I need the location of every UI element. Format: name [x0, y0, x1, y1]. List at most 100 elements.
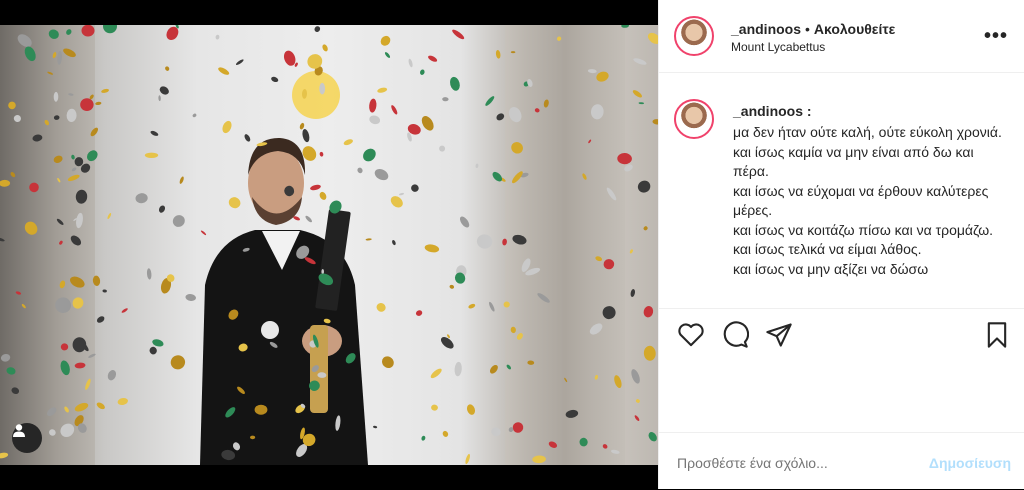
confetti-piece — [13, 114, 21, 123]
confetti-piece — [594, 374, 598, 380]
confetti-piece — [516, 333, 523, 340]
confetti-piece — [0, 452, 9, 459]
confetti-piece — [310, 184, 321, 191]
confetti-piece — [47, 71, 54, 75]
confetti-piece — [87, 150, 98, 162]
confetti-piece — [629, 249, 633, 254]
confetti-piece — [49, 429, 56, 436]
confetti-piece — [319, 151, 324, 157]
share-icon[interactable] — [765, 321, 793, 354]
confetti-piece — [439, 145, 446, 152]
confetti-piece — [595, 256, 603, 262]
confetti-piece — [0, 237, 5, 242]
confetti-piece — [11, 387, 20, 395]
avatar[interactable] — [674, 16, 714, 56]
confetti-piece — [107, 213, 112, 219]
confetti-piece — [511, 142, 523, 154]
confetti-piece — [392, 240, 396, 246]
confetti-piece — [508, 107, 522, 123]
confetti-piece — [647, 32, 658, 44]
heart-icon[interactable] — [677, 321, 705, 352]
confetti-piece — [617, 152, 632, 165]
confetti-piece — [81, 25, 95, 37]
confetti-piece — [0, 353, 11, 362]
confetti-piece — [6, 367, 16, 375]
confetti-piece — [643, 306, 654, 318]
confetti-piece — [149, 346, 157, 355]
confetti-piece — [512, 422, 524, 433]
confetti-piece — [476, 234, 493, 249]
confetti-piece — [92, 275, 101, 286]
confetti-piece — [624, 164, 633, 172]
confetti-piece — [85, 378, 91, 390]
confetti-piece — [449, 284, 455, 289]
confetti-piece — [67, 174, 80, 182]
confetti-piece — [319, 82, 326, 95]
follow-status-button[interactable]: Ακολουθείτε — [814, 21, 895, 37]
confetti-piece — [564, 377, 568, 383]
more-options-icon[interactable]: ••• — [984, 26, 1008, 46]
confetti-piece — [635, 399, 640, 403]
confetti-piece — [376, 303, 386, 312]
confetti-piece — [299, 122, 305, 130]
confetti-piece — [71, 167, 77, 172]
confetti-piece — [244, 134, 251, 142]
post-header: _andinoos • Ακολουθείτε Mount Lycabettus •… — [659, 0, 1024, 73]
confetti-piece — [606, 187, 617, 201]
confetti-piece — [222, 120, 232, 134]
confetti-piece — [447, 334, 450, 339]
confetti-piece — [634, 415, 640, 421]
confetti-piece — [10, 172, 16, 178]
confetti-piece — [377, 87, 388, 93]
confetti-piece — [421, 116, 434, 131]
confetti-piece — [510, 51, 516, 54]
location-link[interactable]: Mount Lycabettus — [731, 40, 825, 54]
confetti-piece — [15, 291, 22, 295]
confetti-piece — [610, 449, 620, 454]
confetti-piece — [548, 441, 558, 448]
confetti-piece — [200, 230, 207, 236]
confetti-piece — [52, 52, 57, 59]
caption-username[interactable]: _andinoos : — [733, 103, 812, 119]
confetti-piece — [588, 139, 592, 144]
confetti-piece — [468, 303, 476, 309]
confetti-piece — [408, 58, 413, 68]
post-side-panel: _andinoos • Ακολουθείτε Mount Lycabettus •… — [658, 0, 1024, 489]
confetti-piece — [302, 129, 310, 143]
caption-avatar[interactable] — [674, 99, 714, 139]
confetti-piece — [384, 52, 391, 58]
confetti-piece — [60, 423, 75, 437]
post-comment-button[interactable]: Δημοσίευση — [929, 455, 1011, 471]
confetti-piece — [648, 432, 657, 442]
tagged-user-button[interactable] — [12, 423, 42, 453]
confetti-piece — [579, 437, 588, 447]
confetti-piece — [489, 301, 495, 312]
confetti-piece — [159, 86, 169, 95]
confetti-piece — [250, 435, 256, 440]
confetti-piece — [543, 99, 549, 108]
action-bar — [659, 309, 1024, 363]
confetti-piece — [465, 453, 471, 465]
comment-icon[interactable] — [721, 321, 750, 354]
confetti-piece — [603, 259, 615, 270]
caption-username-text: _andinoos : — [733, 103, 812, 119]
confetti-piece — [357, 167, 363, 174]
confetti-piece — [506, 364, 511, 370]
bookmark-icon[interactable] — [985, 321, 1009, 354]
confetti-piece — [46, 407, 57, 417]
confetti-piece — [72, 297, 84, 309]
confetti-piece — [75, 189, 88, 204]
confetti-piece — [90, 127, 99, 137]
confetti-piece — [96, 316, 105, 323]
photo-scene — [0, 25, 658, 465]
confetti-piece — [614, 375, 622, 389]
confetti-piece — [48, 29, 59, 39]
confetti-piece — [102, 25, 117, 34]
post-photo[interactable] — [0, 25, 658, 465]
comment-input[interactable] — [677, 455, 897, 471]
confetti-piece — [53, 155, 63, 163]
caption-section: _andinoos : μα δεν ήταν ούτε καλή, ούτε … — [659, 72, 1024, 309]
confetti-piece — [631, 369, 640, 384]
confetti-piece — [172, 215, 185, 227]
username-link[interactable]: _andinoos — [731, 21, 801, 37]
